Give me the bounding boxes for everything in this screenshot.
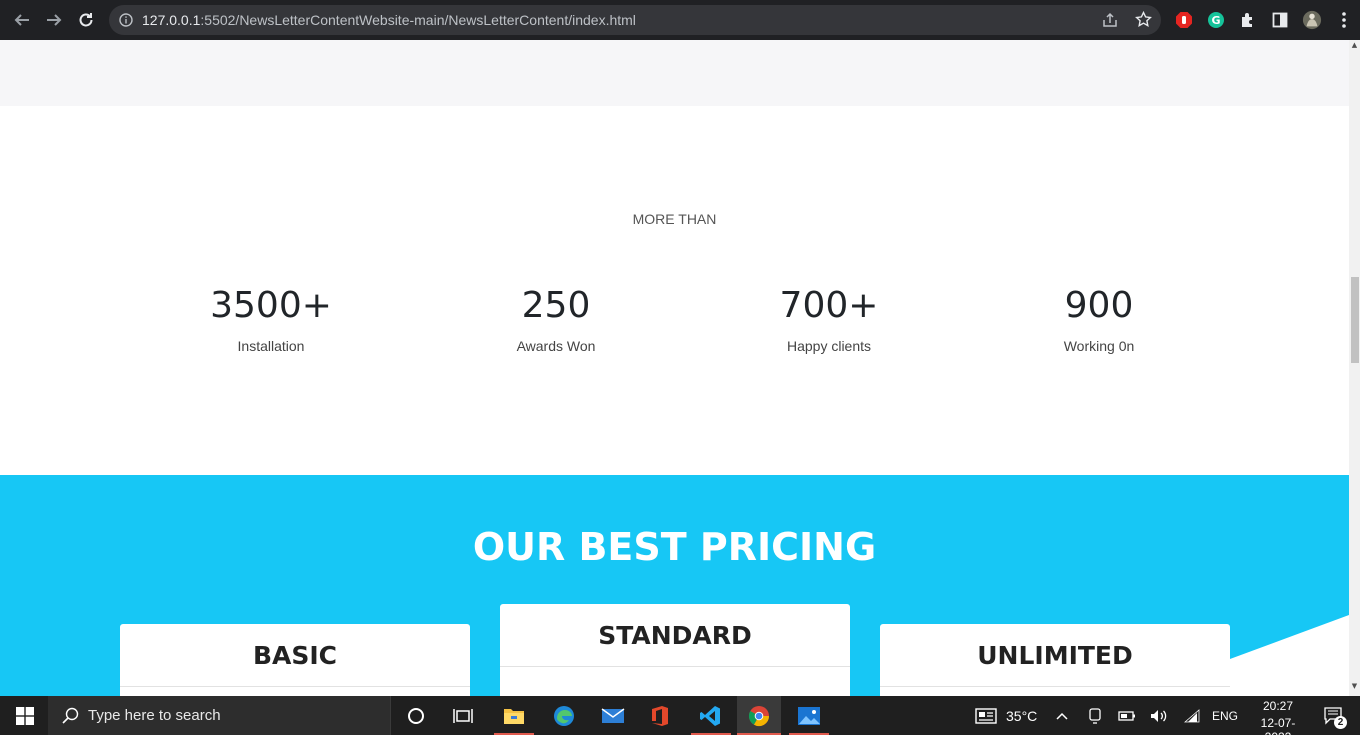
news-widget[interactable] bbox=[973, 703, 999, 729]
profile-avatar[interactable] bbox=[1302, 10, 1322, 30]
grammarly-extension-icon[interactable]: G bbox=[1206, 10, 1226, 30]
office-icon bbox=[652, 706, 668, 726]
taskbar-search[interactable]: Type here to search bbox=[48, 696, 391, 735]
browser-toolbar: 127.0.0.1:5502/NewsLetterContentWebsite-… bbox=[0, 0, 1360, 40]
edge-app[interactable] bbox=[551, 703, 577, 729]
meet-now-icon[interactable] bbox=[1084, 703, 1106, 729]
site-info-icon bbox=[119, 13, 133, 27]
page-scrollbar[interactable]: ▲ ▼ bbox=[1349, 40, 1360, 696]
forward-button[interactable] bbox=[42, 8, 66, 32]
photos-icon bbox=[798, 707, 820, 725]
pricing-card-standard[interactable]: STANDARD bbox=[500, 604, 850, 696]
volume-icon[interactable] bbox=[1148, 703, 1170, 729]
stat-working-on: 900 Working 0n bbox=[989, 282, 1209, 354]
notification-count-badge: 2 bbox=[1334, 716, 1347, 729]
scroll-up-arrow[interactable]: ▲ bbox=[1349, 40, 1360, 51]
cortana-button[interactable] bbox=[403, 703, 429, 729]
reload-button[interactable] bbox=[74, 8, 98, 32]
plan-name: BASIC bbox=[120, 624, 470, 687]
svg-text:G: G bbox=[1211, 14, 1220, 27]
cortana-circle-icon bbox=[408, 708, 424, 724]
chevron-up-icon bbox=[1056, 712, 1068, 720]
previous-section-band bbox=[0, 40, 1349, 106]
folder-icon bbox=[504, 709, 524, 724]
extensions-puzzle-icon[interactable] bbox=[1238, 10, 1258, 30]
pricing-section: OUR BEST PRICING BASIC STANDARD UNLIMITE… bbox=[0, 475, 1349, 696]
bookmark-star-icon bbox=[1135, 11, 1152, 27]
news-icon bbox=[975, 708, 997, 724]
share-icon bbox=[1103, 12, 1117, 27]
address-bar[interactable]: 127.0.0.1:5502/NewsLetterContentWebsite-… bbox=[109, 5, 1161, 35]
battery-icon[interactable] bbox=[1116, 703, 1138, 729]
back-button[interactable] bbox=[10, 8, 34, 32]
chrome-icon bbox=[748, 706, 770, 727]
wifi-icon[interactable] bbox=[1181, 703, 1203, 729]
pricing-card-unlimited[interactable]: UNLIMITED bbox=[880, 624, 1230, 696]
stat-label: Happy clients bbox=[786, 338, 872, 354]
reload-icon bbox=[79, 13, 93, 27]
adblock-extension-icon[interactable] bbox=[1174, 10, 1194, 30]
start-button[interactable] bbox=[12, 703, 38, 729]
file-explorer-app[interactable] bbox=[501, 703, 527, 729]
task-view-button[interactable] bbox=[450, 703, 476, 729]
vscode-icon bbox=[700, 706, 720, 726]
mail-app[interactable] bbox=[600, 703, 626, 729]
stat-value: 250 bbox=[521, 285, 591, 326]
stat-label: Working 0n bbox=[1063, 338, 1135, 354]
page-viewport: MORE THAN 3500+ Installation 250 Awards … bbox=[0, 40, 1349, 696]
show-hidden-icons[interactable] bbox=[1051, 703, 1073, 729]
forward-arrow-icon bbox=[47, 14, 62, 26]
vscode-app[interactable] bbox=[697, 703, 723, 729]
clock-date[interactable]: 12-07-2022 bbox=[1248, 716, 1308, 744]
search-icon bbox=[62, 707, 79, 724]
windows-taskbar: Type here to search 35°C ENG 20:27 12-07… bbox=[0, 696, 1360, 744]
stat-happy-clients: 700+ Happy clients bbox=[719, 282, 939, 354]
back-arrow-icon bbox=[14, 14, 29, 26]
mail-icon bbox=[601, 708, 625, 723]
plan-name: STANDARD bbox=[500, 604, 850, 667]
stat-awards: 250 Awards Won bbox=[446, 282, 666, 354]
scroll-down-arrow[interactable]: ▼ bbox=[1349, 681, 1360, 692]
stat-label: Installation bbox=[237, 338, 305, 354]
plan-name: UNLIMITED bbox=[880, 624, 1230, 687]
url-text: 127.0.0.1:5502/NewsLetterContentWebsite-… bbox=[142, 12, 636, 28]
stat-installation: 3500+ Installation bbox=[161, 282, 381, 354]
pricing-title: OUR BEST PRICING bbox=[472, 525, 877, 569]
scroll-thumb[interactable] bbox=[1351, 277, 1359, 363]
pricing-card-basic[interactable]: BASIC bbox=[120, 624, 470, 696]
windows-logo-icon bbox=[16, 707, 34, 725]
browser-menu-icon[interactable] bbox=[1334, 10, 1354, 30]
stat-value: 3500+ bbox=[210, 285, 332, 326]
clock-time[interactable]: 20:27 bbox=[1254, 699, 1302, 713]
notification-center[interactable]: 2 bbox=[1321, 703, 1347, 729]
edge-icon bbox=[554, 706, 574, 726]
temperature[interactable]: 35°C bbox=[1006, 708, 1037, 724]
stat-label: Awards Won bbox=[516, 338, 596, 354]
search-placeholder: Type here to search bbox=[88, 707, 221, 724]
chrome-app[interactable] bbox=[746, 703, 772, 729]
photos-app[interactable] bbox=[796, 703, 822, 729]
side-panel-icon[interactable] bbox=[1270, 10, 1290, 30]
stat-value: 900 bbox=[1064, 285, 1134, 326]
input-language[interactable]: ENG bbox=[1212, 709, 1238, 723]
office-app[interactable] bbox=[647, 703, 673, 729]
task-view-icon bbox=[453, 709, 473, 723]
stat-value: 700+ bbox=[779, 285, 879, 326]
stats-heading: MORE THAN bbox=[632, 211, 717, 227]
